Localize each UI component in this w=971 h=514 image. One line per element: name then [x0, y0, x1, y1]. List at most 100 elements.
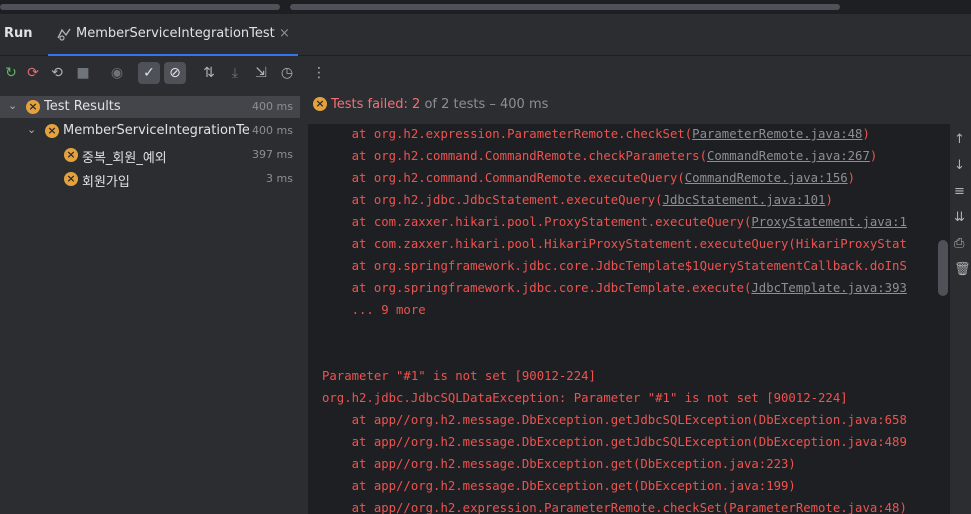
test-failed-icon: × — [313, 97, 327, 111]
tree-row-time: 397 ms — [252, 148, 293, 161]
console-text: ) — [862, 127, 870, 141]
tree-row-label: 중복_회원_예외 — [82, 151, 167, 166]
tree-row-label: MemberServiceIntegrationTest — [63, 123, 249, 138]
test-failed-icon: × — [45, 124, 59, 138]
console-text: at org.h2.command.CommandRemote.checkPar… — [322, 149, 707, 163]
scrollbar-thumb[interactable] — [938, 240, 948, 296]
history-icon[interactable]: ◷ — [276, 62, 298, 84]
tab-member-service-integration-test[interactable]: MemberServiceIntegrationTest × — [48, 14, 298, 55]
summary-rest: of 2 tests – 400 ms — [420, 97, 549, 112]
console-output[interactable]: at org.h2.expression.ParameterRemote.che… — [308, 124, 936, 514]
console-text: at app//org.h2.message.DbException.getJd… — [322, 435, 907, 449]
up-arrow-icon[interactable]: ↑ — [954, 132, 965, 147]
tree-row-test-results[interactable]: ⌄ × Test Results 400 ms — [0, 96, 300, 118]
tree-row-suite[interactable]: ⌄ × MemberServiceIntegrationTest 400 ms — [0, 120, 300, 142]
console-text: at com.zaxxer.hikari.pool.HikariProxySta… — [322, 237, 907, 251]
rerun-failed-icon[interactable]: ⟳ — [22, 62, 44, 84]
console-line: at app//org.h2.message.DbException.getJd… — [322, 435, 936, 457]
console-line: ... 9 more — [322, 303, 936, 325]
close-icon[interactable]: × — [279, 26, 290, 41]
tool-window-title: Run — [4, 26, 33, 41]
failed-count: Tests failed: 2 — [331, 97, 421, 112]
console-line: at app//org.h2.message.DbException.getJd… — [322, 413, 936, 435]
scroll-to-end-icon[interactable]: ⇊ — [954, 210, 965, 225]
console-text: ) — [847, 171, 856, 185]
console-line: at app//org.h2.message.DbException.get(D… — [322, 457, 936, 479]
source-link[interactable]: CommandRemote.java:156 — [685, 171, 848, 185]
console-line: at org.springframework.jdbc.core.JdbcTem… — [322, 259, 936, 281]
console-line: at org.springframework.jdbc.core.JdbcTem… — [322, 281, 936, 303]
console-line: at com.zaxxer.hikari.pool.HikariProxySta… — [322, 237, 936, 259]
tree-row-test[interactable]: × 중복_회원_예외 397 ms — [0, 144, 300, 166]
source-link[interactable]: CommandRemote.java:267 — [707, 149, 870, 163]
chevron-down-icon[interactable]: ⌄ — [8, 99, 17, 112]
console-text: ) — [869, 149, 878, 163]
export-icon[interactable]: ⇲ — [250, 62, 272, 84]
console-line: at org.h2.expression.ParameterRemote.che… — [322, 127, 936, 149]
more-options-icon[interactable]: ⋮ — [308, 62, 330, 84]
hide-ignored-icon[interactable]: ⊘ — [164, 62, 186, 84]
console-line: at app//org.h2.message.DbException.get(D… — [322, 479, 936, 501]
tree-row-time: 3 ms — [266, 172, 293, 185]
console-text: at app//org.h2.message.DbException.get(D… — [322, 479, 796, 493]
test-run-icon — [56, 26, 72, 42]
show-ignored-icon[interactable]: ✓ — [138, 62, 160, 84]
console-text: ) — [825, 193, 833, 207]
scrollbar-thumb-left[interactable] — [0, 4, 280, 10]
sort-icon[interactable]: ⇅ — [198, 62, 220, 84]
tree-row-label: 회원가입 — [82, 175, 130, 190]
show-passed-icon[interactable]: ◉ — [106, 62, 128, 84]
console-line: at org.h2.jdbc.JdbcStatement.executeQuer… — [322, 193, 936, 215]
console-text: at org.springframework.jdbc.core.JdbcTem… — [322, 259, 907, 273]
tree-row-time: 400 ms — [252, 100, 293, 113]
rerun-icon[interactable]: ↻ — [0, 62, 22, 84]
console-text: at org.h2.command.CommandRemote.executeQ… — [322, 171, 685, 185]
console-text: at app//org.h2.expression.ParameterRemot… — [322, 501, 907, 514]
source-link[interactable]: JdbcStatement.java:101 — [663, 193, 826, 207]
test-failed-icon: × — [64, 172, 78, 186]
console-text: ... 9 more — [322, 303, 426, 317]
console-line: at org.h2.command.CommandRemote.executeQ… — [322, 171, 936, 193]
console-line: at org.h2.command.CommandRemote.checkPar… — [322, 149, 936, 171]
scrollbar-thumb-right[interactable] — [290, 4, 840, 10]
source-link[interactable]: ProxyStatement.java:1 — [751, 215, 906, 229]
test-status-bar: × Tests failed: 2 of 2 tests – 400 ms — [305, 90, 971, 120]
chevron-down-icon[interactable]: ⌄ — [27, 123, 36, 136]
tree-row-test[interactable]: × 회원가입 3 ms — [0, 168, 300, 190]
console-vertical-scrollbar[interactable] — [936, 124, 950, 514]
console-text: at app//org.h2.message.DbException.get(D… — [322, 457, 796, 471]
stop-icon[interactable]: ■ — [72, 62, 94, 84]
trash-icon[interactable]: 🗑 — [954, 262, 971, 277]
source-link[interactable]: JdbcTemplate.java:393 — [751, 281, 906, 295]
console-line: at app//org.h2.expression.ParameterRemot… — [322, 501, 936, 514]
console-line: at com.zaxxer.hikari.pool.ProxyStatement… — [322, 215, 936, 237]
soft-wrap-icon[interactable]: ≡ — [954, 184, 965, 199]
tree-row-time: 400 ms — [252, 124, 293, 137]
console-text: at org.h2.jdbc.JdbcStatement.executeQuer… — [322, 193, 663, 207]
console-text: Parameter "#1" is not set [90012-224] — [322, 369, 596, 383]
test-failed-icon: × — [64, 148, 78, 162]
test-runner-toolbar: ↻ ⟳ ⟲ ■ ◉ ✓ ⊘ ⇅ ⤓ ⇲ ◷ ⋮ — [0, 56, 971, 90]
source-link[interactable]: ParameterRemote.java:48 — [692, 127, 862, 141]
down-arrow-icon[interactable]: ↓ — [954, 158, 965, 173]
test-results-tree[interactable]: ⌄ × Test Results 400 ms ⌄ × MemberServic… — [0, 90, 305, 514]
console-line: Parameter "#1" is not set [90012-224] — [322, 369, 936, 391]
test-failed-icon: × — [26, 100, 40, 114]
test-summary: Tests failed: 2 of 2 tests – 400 ms — [331, 97, 548, 112]
print-icon[interactable]: ⎙ — [954, 236, 964, 251]
tab-label: MemberServiceIntegrationTest — [76, 26, 275, 41]
editor-horizontal-scrollbar[interactable] — [0, 0, 971, 14]
toggle-auto-test-icon[interactable]: ⟲ — [46, 62, 68, 84]
console-text: at org.h2.expression.ParameterRemote.che… — [322, 127, 693, 141]
console-side-toolbar: ↑ ↓ ≡ ⇊ ⎙ 🗑 — [950, 124, 971, 514]
run-tool-window-header: Run MemberServiceIntegrationTest × — [0, 14, 971, 56]
tree-row-label: Test Results — [44, 99, 121, 114]
console-line: org.h2.jdbc.JdbcSQLDataException: Parame… — [322, 391, 936, 413]
console-text: at app//org.h2.message.DbException.getJd… — [322, 413, 907, 427]
console-text: at com.zaxxer.hikari.pool.ProxyStatement… — [322, 215, 752, 229]
console-text: org.h2.jdbc.JdbcSQLDataException: Parame… — [322, 391, 848, 405]
console-text: at org.springframework.jdbc.core.JdbcTem… — [322, 281, 752, 295]
import-tests-icon[interactable]: ⤓ — [224, 62, 246, 84]
